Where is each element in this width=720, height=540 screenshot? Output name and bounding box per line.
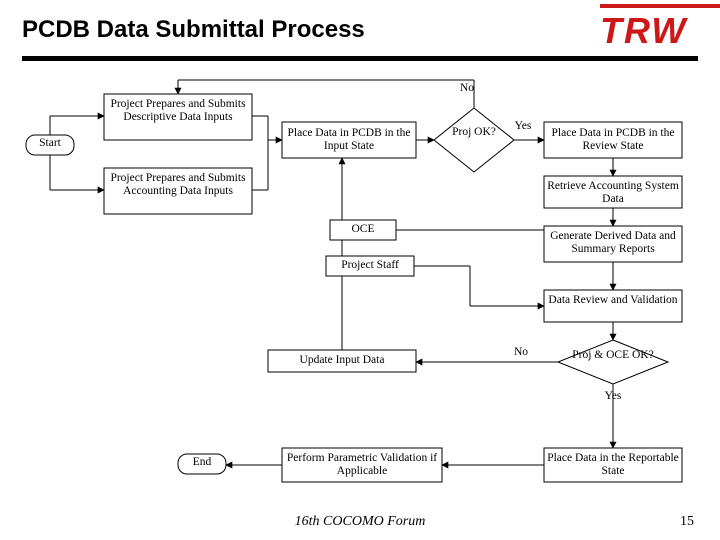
edge-label-yes-2: Yes (598, 390, 628, 403)
edge-label-no-1: No (452, 82, 482, 95)
node-reportable: Place Data in the Reportable State (544, 452, 682, 478)
edge-label-yes-1: Yes (508, 120, 538, 133)
edge-label-no-2: No (506, 346, 536, 359)
node-retrieve-acct: Retrieve Accounting System Data (544, 180, 682, 206)
node-end: End (178, 456, 226, 469)
node-input-state: Place Data in PCDB in the Input State (282, 127, 416, 153)
node-review-validation: Data Review and Validation (544, 294, 682, 307)
node-project-staff: Project Staff (326, 259, 414, 272)
node-update-input: Update Input Data (268, 354, 416, 367)
slide: PCDB Data Submittal Process TRW (0, 0, 720, 540)
decision-proj-ok: Proj OK? (444, 126, 504, 139)
node-oce: OCE (330, 223, 396, 236)
node-param-validation: Perform Parametric Validation if Applica… (282, 452, 442, 478)
page-number: 15 (680, 514, 694, 530)
decision-proj-oce-ok: Proj & OCE OK? (568, 349, 658, 362)
node-review-state: Place Data in PCDB in the Review State (544, 127, 682, 153)
node-prep-descriptive: Project Prepares and Submits Descriptive… (104, 98, 252, 124)
footer: 16th COCOMO Forum (0, 514, 720, 530)
node-start: Start (26, 137, 74, 150)
node-prep-accounting: Project Prepares and Submits Accounting … (104, 172, 252, 198)
node-derived: Generate Derived Data and Summary Report… (544, 230, 682, 256)
